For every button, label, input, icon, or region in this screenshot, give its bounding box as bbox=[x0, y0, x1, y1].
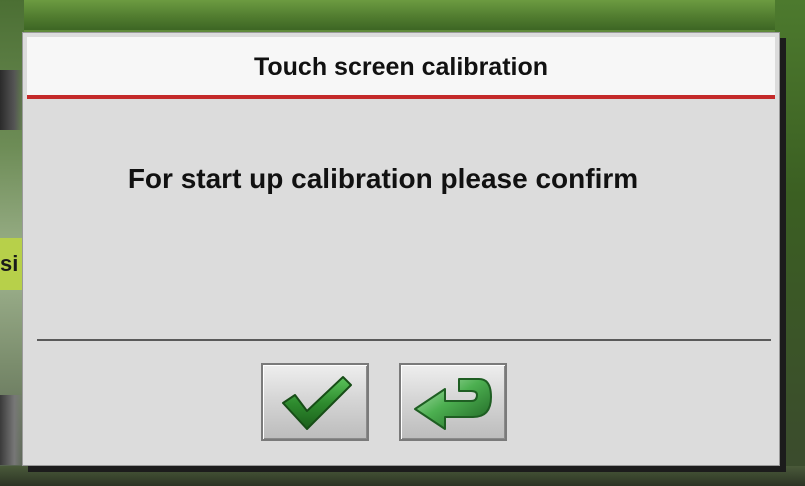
background-panel bbox=[0, 395, 24, 465]
background-app-top bbox=[0, 0, 805, 30]
background-panel bbox=[0, 70, 24, 130]
calibration-dialog: Touch screen calibration For start up ca… bbox=[22, 32, 780, 466]
background-app-left: si bbox=[0, 0, 24, 486]
background-app-bottom bbox=[0, 466, 805, 486]
dialog-title: Touch screen calibration bbox=[27, 37, 775, 99]
confirm-button[interactable] bbox=[261, 363, 369, 441]
back-button[interactable] bbox=[399, 363, 507, 441]
dialog-message: For start up calibration please confirm bbox=[127, 163, 639, 194]
return-arrow-icon bbox=[414, 378, 492, 430]
background-label: si bbox=[0, 238, 24, 290]
checkmark-icon bbox=[282, 376, 352, 430]
divider bbox=[37, 339, 771, 341]
